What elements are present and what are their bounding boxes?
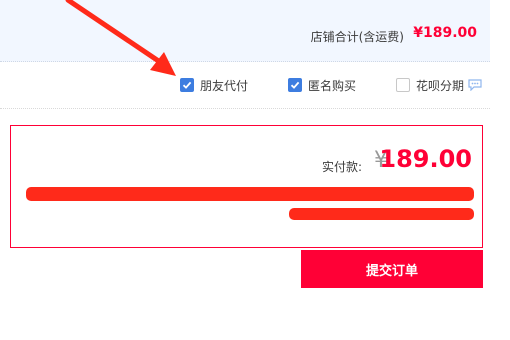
chat-bubble-icon[interactable] [468, 79, 482, 91]
friend-pay-label: 朋友代付 [200, 78, 249, 93]
check-icon [290, 81, 300, 89]
shop-total-value: ¥189.00 [413, 25, 477, 41]
redaction-mark [289, 208, 474, 220]
huabei-installment-checkbox[interactable] [396, 78, 410, 92]
actual-payment-amount: 189.00 [379, 145, 472, 173]
actual-payment-label: 实付款: [321, 160, 362, 174]
submit-order-button[interactable]: 提交订单 [301, 250, 483, 288]
annotation-arrow-icon [65, 0, 176, 76]
redaction-mark [26, 187, 474, 201]
anonymous-purchase-checkbox[interactable] [288, 78, 302, 92]
shop-total-label: 店铺合计(含运费) [310, 30, 404, 44]
anonymous-purchase-label: 匿名购买 [308, 78, 357, 93]
huabei-installment-option[interactable]: 花呗分期 [396, 76, 482, 94]
huabei-installment-label: 花呗分期 [416, 78, 465, 93]
payment-summary-box: 实付款: ¥ 189.00 [10, 125, 483, 248]
anonymous-purchase-option[interactable]: 匿名购买 [288, 76, 356, 94]
